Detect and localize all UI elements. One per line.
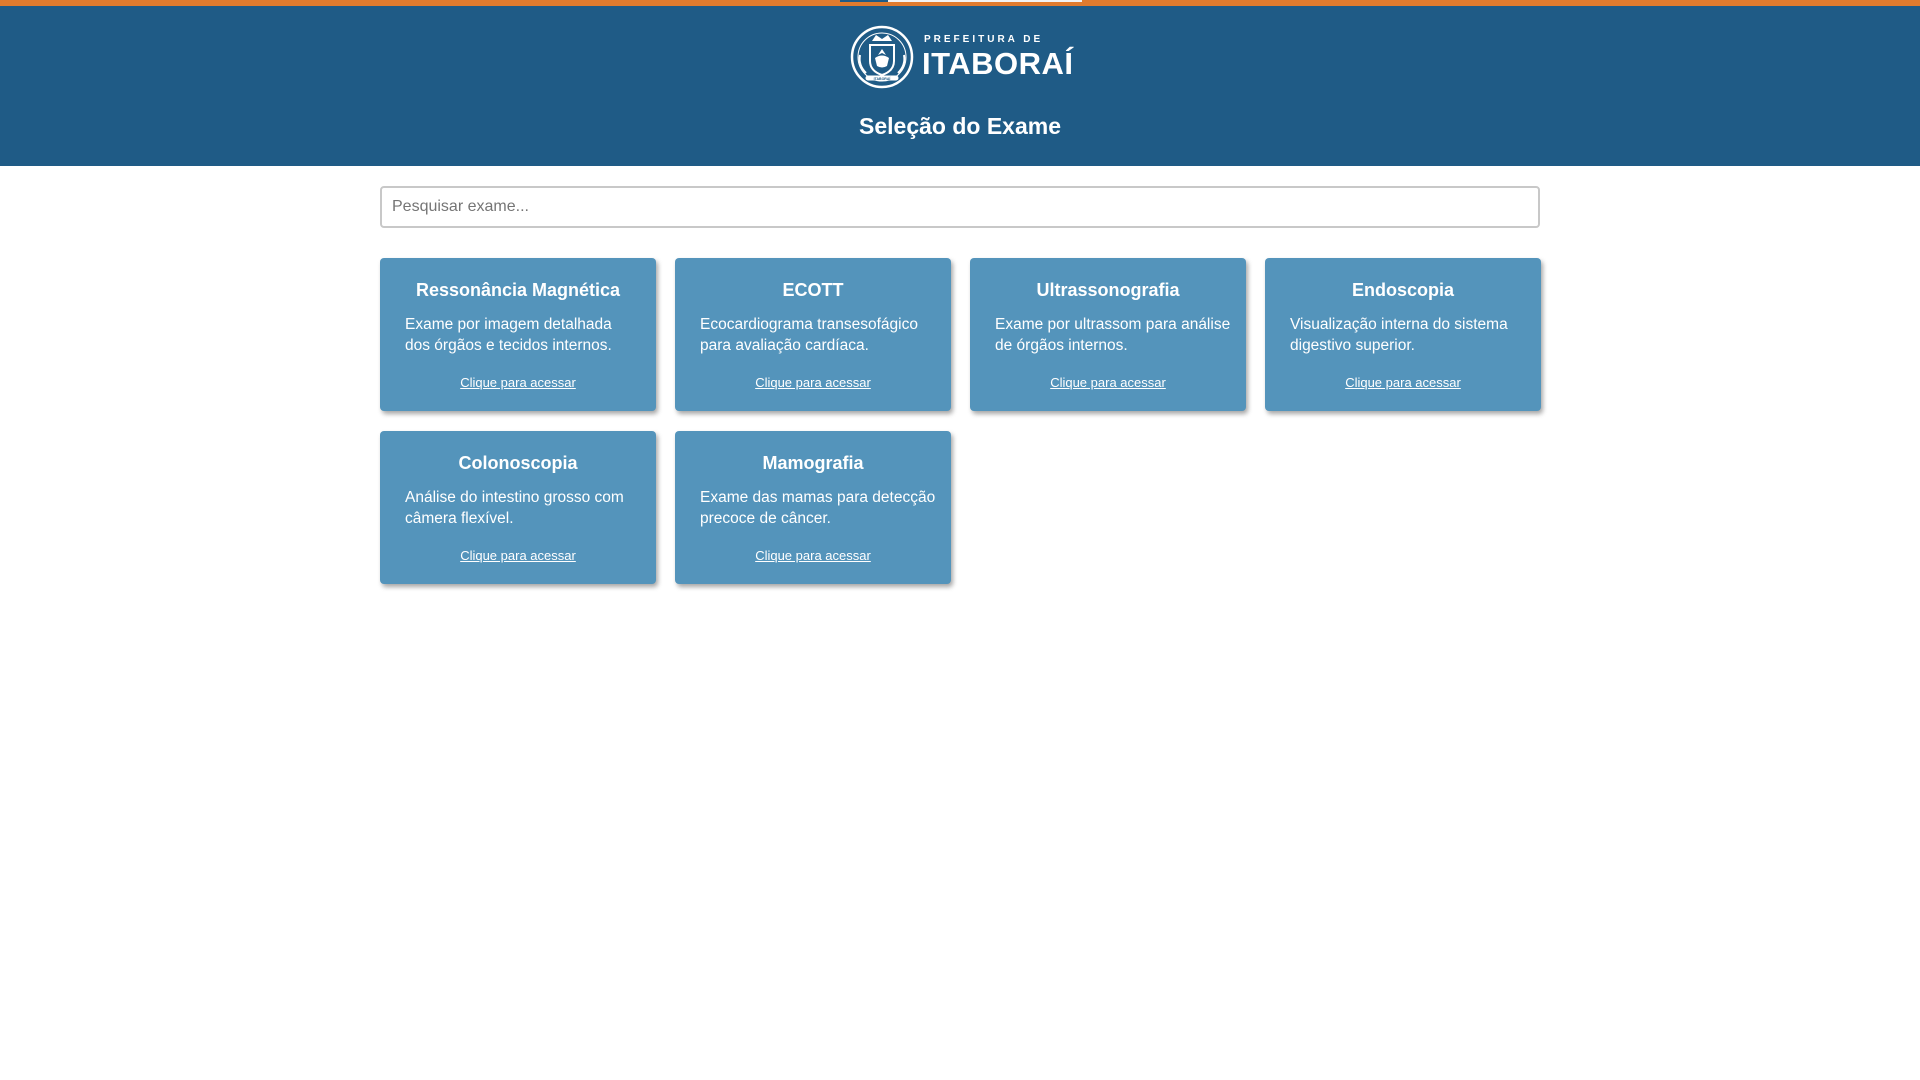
exam-card-description: Exame por ultrassom para análise de órgã… xyxy=(995,316,1231,354)
exam-card-title: Endoscopia xyxy=(1351,280,1454,300)
page-title: Seleção do Exame xyxy=(859,113,1061,139)
exam-card-ultrassonografia[interactable]: Ultrassonografia Exame por ultrassom par… xyxy=(970,258,1246,411)
exam-card-link[interactable]: Clique para acessar xyxy=(1265,375,1541,390)
exam-card-title: Mamografia xyxy=(762,453,864,473)
exam-card-title: Ultrassonografia xyxy=(1036,280,1180,300)
exam-card-colonoscopia[interactable]: Colonoscopia Análise do intestino grosso… xyxy=(380,431,656,584)
search-input[interactable] xyxy=(380,186,1540,228)
exam-card-ecott[interactable]: ECOTT Ecocardiograma transesofágico para… xyxy=(675,258,951,411)
exam-card-title: Colonoscopia xyxy=(458,453,578,473)
exam-card-endoscopia[interactable]: Endoscopia Visualização interna do siste… xyxy=(1265,258,1541,411)
logo-subtitle: PREFEITURA DE xyxy=(924,34,1044,45)
exam-card-description: Visualização interna do sistema digestiv… xyxy=(1290,316,1508,354)
svg-text:ITABORAÍ: ITABORAÍ xyxy=(874,76,892,81)
exam-card-link[interactable]: Clique para acessar xyxy=(675,375,951,390)
exam-card-link[interactable]: Clique para acessar xyxy=(970,375,1246,390)
page-header: ITABORAÍ PREFEITURA DE ITABORAÍ Seleção … xyxy=(0,6,1920,166)
logo-text: PREFEITURA DE ITABORAÍ xyxy=(922,34,1074,81)
exam-card-description: Ecocardiograma transesofágico para avali… xyxy=(700,316,918,354)
crest-icon: ITABORAÍ xyxy=(850,25,914,89)
prefeitura-logo[interactable]: ITABORAÍ PREFEITURA DE ITABORAÍ xyxy=(850,24,1073,90)
top-tab-indicator-light xyxy=(888,0,1082,2)
exam-card-description: Exame por imagem detalhada dos órgãos e … xyxy=(405,316,612,354)
exam-card-description: Análise do intestino grosso com câmera f… xyxy=(405,489,624,527)
top-tab-indicator xyxy=(840,0,888,2)
exam-card-title: ECOTT xyxy=(782,280,844,300)
exam-card-link[interactable]: Clique para acessar xyxy=(675,548,951,563)
exam-card-link[interactable]: Clique para acessar xyxy=(380,375,656,390)
exam-card-link[interactable]: Clique para acessar xyxy=(380,548,656,563)
exam-card-ressonancia[interactable]: Ressonância Magnética Exame por imagem d… xyxy=(380,258,656,411)
search-container xyxy=(380,186,1540,228)
exam-card-description: Exame das mamas para detecção precoce de… xyxy=(700,489,936,527)
logo-title: ITABORAÍ xyxy=(922,46,1074,81)
exam-card-mamografia[interactable]: Mamografia Exame das mamas para detecção… xyxy=(675,431,951,584)
exam-card-title: Ressonância Magnética xyxy=(415,280,621,300)
